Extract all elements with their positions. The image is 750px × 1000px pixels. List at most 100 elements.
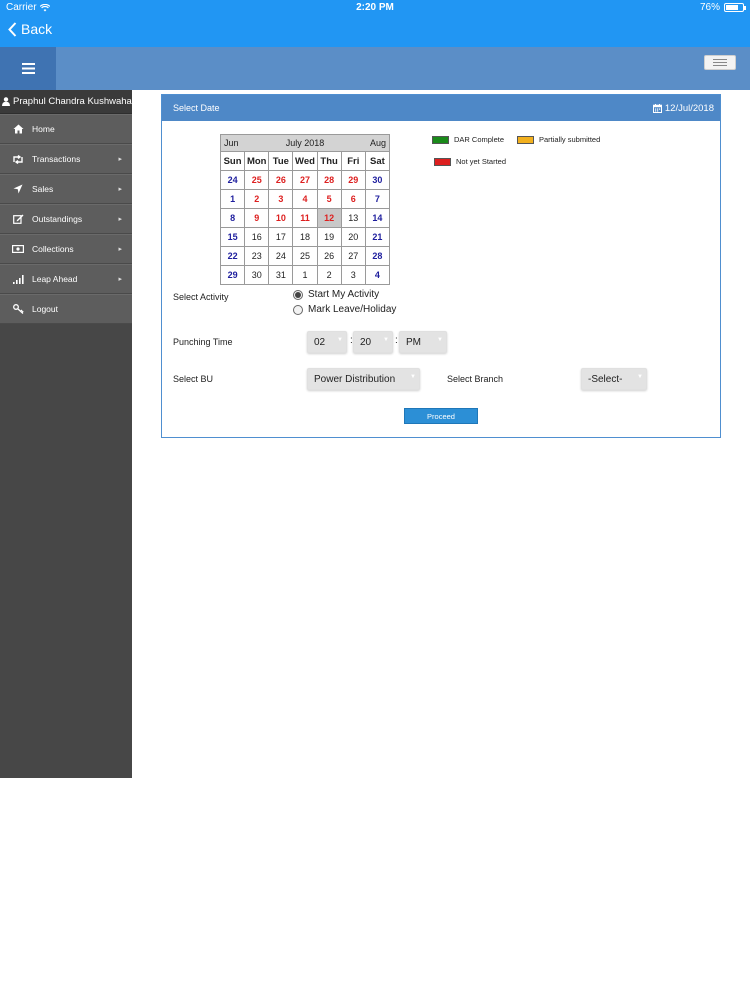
calendar-day[interactable]: 1 bbox=[221, 190, 246, 209]
menu-toggle-button[interactable] bbox=[0, 47, 56, 90]
calendar-day[interactable]: 10 bbox=[269, 209, 294, 228]
calendar-day[interactable]: 6 bbox=[341, 190, 366, 209]
calendar-day[interactable]: 28 bbox=[317, 171, 342, 190]
calendar-day[interactable]: 14 bbox=[365, 209, 390, 228]
ampm-value: PM bbox=[406, 336, 421, 348]
edit-icon bbox=[11, 214, 25, 224]
calendar-day[interactable]: 19 bbox=[317, 228, 342, 247]
radio-start-my-activity[interactable]: Start My Activity bbox=[293, 289, 379, 300]
calendar-day[interactable]: 8 bbox=[221, 209, 246, 228]
money-icon bbox=[11, 245, 25, 253]
sidebar-item-label: Collections bbox=[32, 244, 74, 254]
calendar-day[interactable]: 21 bbox=[365, 228, 390, 247]
calendar-day[interactable]: 1 bbox=[293, 266, 318, 285]
battery-fill bbox=[726, 5, 739, 10]
sidebar-item-label: Logout bbox=[32, 304, 58, 314]
calendar-day[interactable]: 25 bbox=[293, 247, 318, 266]
calendar-day[interactable]: 23 bbox=[245, 247, 270, 266]
signal-icon bbox=[11, 274, 25, 284]
calendar-day[interactable]: 3 bbox=[341, 266, 366, 285]
sidebar-item-leap-ahead[interactable]: Leap Ahead ▸ bbox=[0, 264, 132, 294]
user-name: Praphul Chandra Kushwaha bbox=[13, 96, 132, 107]
calendar-day[interactable]: 24 bbox=[269, 247, 294, 266]
legend-label: Not yet Started bbox=[456, 157, 507, 166]
proceed-button[interactable]: Proceed bbox=[404, 408, 478, 424]
navbar-toggle-button[interactable] bbox=[704, 55, 736, 70]
radio-button[interactable] bbox=[293, 289, 303, 300]
calendar-day[interactable]: 22 bbox=[221, 247, 246, 266]
calendar-day-selected[interactable]: 12 bbox=[317, 209, 342, 228]
chevron-right-icon: ▸ bbox=[118, 186, 122, 193]
calendar-day[interactable]: 7 bbox=[365, 190, 390, 209]
calendar-day[interactable]: 30 bbox=[365, 171, 390, 190]
calendar-day[interactable]: 5 bbox=[317, 190, 342, 209]
location-arrow-icon bbox=[11, 184, 25, 194]
retweet-icon bbox=[11, 154, 25, 164]
calendar-day[interactable]: 26 bbox=[269, 171, 294, 190]
calendar-day[interactable]: 9 bbox=[245, 209, 270, 228]
calendar-day[interactable]: 27 bbox=[293, 171, 318, 190]
sidebar-item-transactions[interactable]: Transactions ▸ bbox=[0, 144, 132, 174]
ampm-select[interactable]: PM ▼ bbox=[399, 331, 447, 353]
chevron-right-icon: ▸ bbox=[118, 216, 122, 223]
calendar-day[interactable]: 17 bbox=[269, 228, 294, 247]
sidebar-item-logout[interactable]: Logout bbox=[0, 294, 132, 324]
calendar-day[interactable]: 29 bbox=[341, 171, 366, 190]
time-separator: : bbox=[395, 335, 398, 346]
sidebar-item-label: Sales bbox=[32, 184, 54, 194]
branch-select[interactable]: -Select- ▼ bbox=[581, 368, 647, 390]
panel-header: Select Date 12/Jul/2018 bbox=[162, 95, 720, 121]
hour-select[interactable]: 02 ▼ bbox=[307, 331, 347, 353]
radio-dot bbox=[295, 291, 301, 298]
legend-partially-submitted: Partially submitted bbox=[517, 135, 600, 144]
calendar-day[interactable]: 29 bbox=[221, 266, 246, 285]
calendar-day[interactable]: 27 bbox=[341, 247, 366, 266]
sidebar-item-collections[interactable]: Collections ▸ bbox=[0, 234, 132, 264]
status-battery: 76% bbox=[699, 2, 746, 13]
punching-time-label: Punching Time bbox=[173, 337, 233, 347]
radio-button[interactable] bbox=[293, 304, 303, 315]
selected-date-display: 12/Jul/2018 bbox=[652, 103, 714, 114]
calendar-day[interactable]: 30 bbox=[245, 266, 270, 285]
calendar-day[interactable]: 18 bbox=[293, 228, 318, 247]
chevron-right-icon: ▸ bbox=[118, 276, 122, 283]
bu-select[interactable]: Power Distribution ▼ bbox=[307, 368, 420, 390]
legend-swatch-green bbox=[432, 135, 449, 144]
legend-label: Partially submitted bbox=[539, 135, 601, 144]
calendar-day[interactable]: 28 bbox=[365, 247, 390, 266]
calendar-day[interactable]: 16 bbox=[245, 228, 270, 247]
calendar-day[interactable]: 15 bbox=[221, 228, 246, 247]
calendar-day[interactable]: 25 bbox=[245, 171, 270, 190]
calendar-day[interactable]: 2 bbox=[317, 266, 342, 285]
minute-select[interactable]: 20 ▼ bbox=[353, 331, 393, 353]
sidebar-item-sales[interactable]: Sales ▸ bbox=[0, 174, 132, 204]
chevron-left-icon bbox=[8, 21, 17, 37]
calendar-day[interactable]: 4 bbox=[293, 190, 318, 209]
calendar-day[interactable]: 24 bbox=[221, 171, 246, 190]
battery-percent: 76% bbox=[699, 2, 720, 13]
calendar-next-month[interactable]: Aug bbox=[370, 138, 386, 148]
sidebar-item-home[interactable]: Home bbox=[0, 114, 132, 144]
back-button[interactable]: Back bbox=[8, 21, 52, 37]
calendar-day[interactable]: 4 bbox=[365, 266, 390, 285]
chevron-right-icon: ▸ bbox=[118, 156, 122, 163]
calendar-day[interactable]: 13 bbox=[341, 209, 366, 228]
calendar-prev-month[interactable]: Jun bbox=[224, 138, 239, 148]
calendar-day[interactable]: 26 bbox=[317, 247, 342, 266]
calendar-day[interactable]: 11 bbox=[293, 209, 318, 228]
calendar-icon bbox=[652, 103, 662, 113]
radio-label: Mark Leave/Holiday bbox=[308, 304, 397, 315]
calendar-day[interactable]: 2 bbox=[245, 190, 270, 209]
sidebar-item-label: Transactions bbox=[32, 154, 81, 164]
hamburger-icon bbox=[713, 59, 727, 66]
calendar-day[interactable]: 31 bbox=[269, 266, 294, 285]
calendar-day[interactable]: 3 bbox=[269, 190, 294, 209]
calendar-grid: Sun Mon Tue Wed Thu Fri Sat 24 25 26 27 28 29 30 1 2 3 4 5… bbox=[220, 152, 390, 285]
calendar-day[interactable]: 20 bbox=[341, 228, 366, 247]
sidebar-item-outstandings[interactable]: Outstandings ▸ bbox=[0, 204, 132, 234]
radio-mark-leave-holiday[interactable]: Mark Leave/Holiday bbox=[293, 304, 396, 315]
calendar-month-title: July 2018 bbox=[285, 138, 325, 148]
sidebar-item-label: Outstandings bbox=[32, 214, 83, 224]
key-icon bbox=[11, 304, 25, 314]
weekday-header: Sat bbox=[365, 152, 390, 171]
